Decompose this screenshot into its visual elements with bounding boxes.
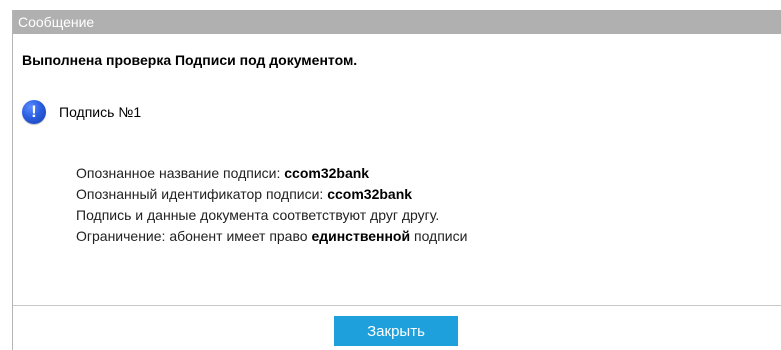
close-button[interactable]: Закрыть xyxy=(334,316,458,346)
signature-label: Подпись №1 xyxy=(59,104,142,120)
signature-details: Опознанное название подписи: ccom32bank … xyxy=(76,163,467,247)
recognized-name-label: Опознанное название подписи: xyxy=(76,165,285,181)
signature-header: ! Подпись №1 xyxy=(22,98,141,126)
footer-divider xyxy=(13,305,781,306)
restriction-bold: единственной xyxy=(311,228,411,244)
verification-message: Выполнена проверка Подписи под документо… xyxy=(22,52,358,68)
recognized-name-line: Опознанное название подписи: ccom32bank xyxy=(76,163,467,184)
recognized-id-value: ccom32bank xyxy=(327,186,413,202)
recognized-id-label: Опознанный идентификатор подписи: xyxy=(76,186,328,202)
info-icon: ! xyxy=(22,100,46,124)
restriction-line: Ограничение: абонент имеет право единств… xyxy=(76,226,467,247)
dialog-title: Сообщение xyxy=(13,10,781,34)
match-line: Подпись и данные документа соответствуют… xyxy=(76,207,440,223)
restriction-prefix: Ограничение: абонент имеет право xyxy=(76,228,312,244)
restriction-suffix: подписи xyxy=(410,228,468,244)
message-dialog: Сообщение Выполнена проверка Подписи под… xyxy=(12,10,781,350)
recognized-name-value: ccom32bank xyxy=(284,165,370,181)
recognized-id-line: Опознанный идентификатор подписи: ccom32… xyxy=(76,184,467,205)
